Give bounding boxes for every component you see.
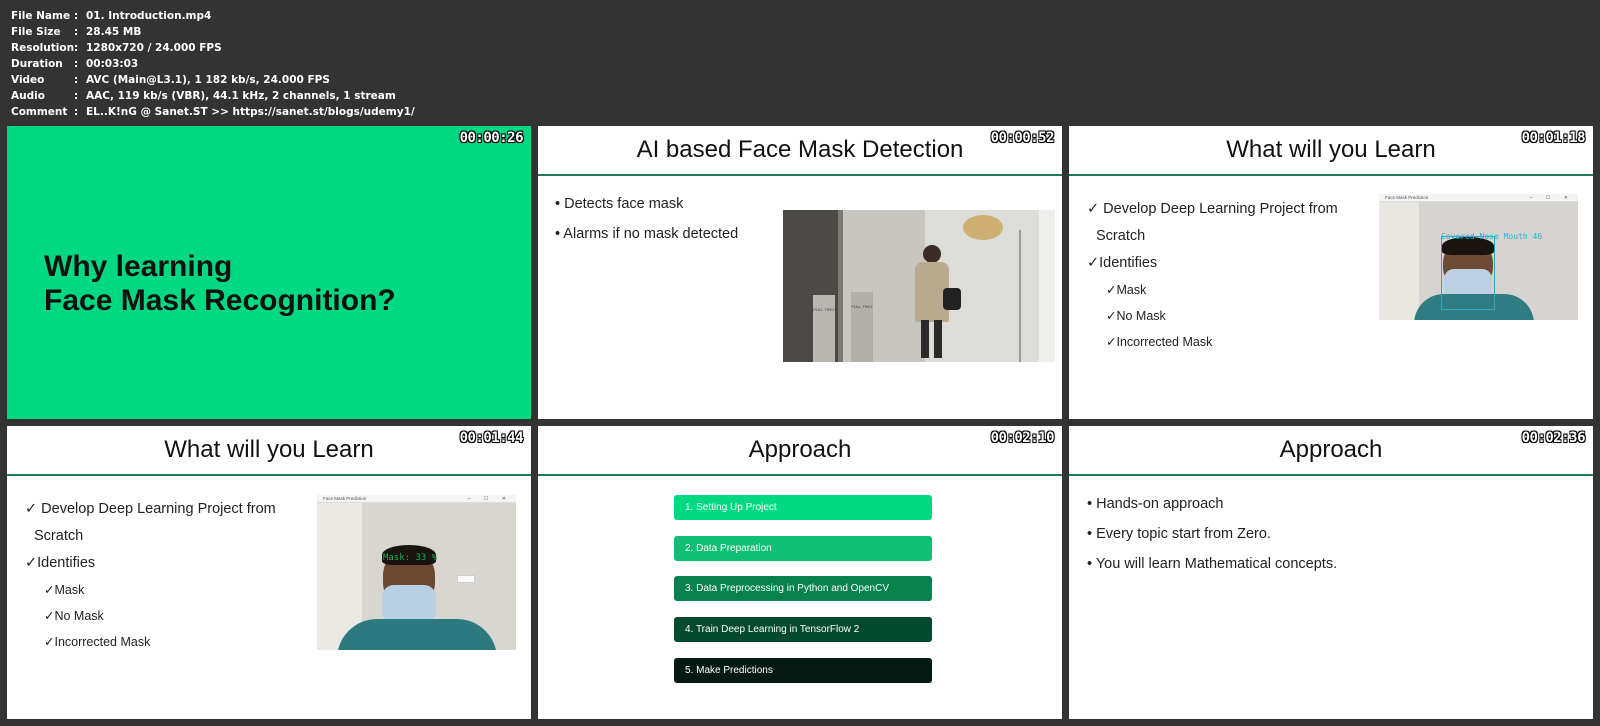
bullet-list: • Detects face mask • Alarms if no mask … <box>555 196 738 256</box>
thumbnail-3[interactable]: What will you Learn ✓ Develop Deep Learn… <box>1069 126 1593 419</box>
office-entrance-photo: PULL TREZ PULL TREZ <box>783 210 1055 362</box>
webcam-prediction-window: Face Mask Prediction – ☐ ✕ Mask: 33 % <box>317 495 516 650</box>
approach-step: 4. Train Deep Learning in TensorFlow 2 <box>674 617 932 642</box>
thumbnail-4[interactable]: What will you Learn ✓ Develop Deep Learn… <box>7 426 531 719</box>
window-titlebar: Face Mask Prediction – ☐ ✕ <box>317 495 516 503</box>
title-divider <box>538 174 1062 176</box>
thumbnail-5[interactable]: Approach 1. Setting Up Project 2. Data P… <box>538 426 1062 719</box>
bullet-list: • Hands-on approach • Every topic start … <box>1087 496 1337 586</box>
timestamp: 00:02:10 <box>990 430 1055 446</box>
timestamp: 00:02:36 <box>1521 430 1586 446</box>
thumbnail-1[interactable]: Why learning Face Mask Recognition? 00:0… <box>7 126 531 419</box>
timestamp: 00:00:26 <box>459 130 524 146</box>
title-divider <box>1069 474 1593 476</box>
timestamp: 00:01:18 <box>1521 130 1586 146</box>
thumbnail-2[interactable]: AI based Face Mask Detection • Detects f… <box>538 126 1062 419</box>
meta-file-name: File Name:01. Introduction.mp4 <box>11 10 212 22</box>
bullet-item: • Detects face mask <box>555 196 684 212</box>
approach-step: 2. Data Preparation <box>674 536 932 561</box>
meta-duration: Duration:00:03:03 <box>11 58 139 70</box>
bullet-item: • Hands-on approach <box>1087 496 1224 512</box>
slide-title: What will you Learn <box>164 436 374 463</box>
bullet-item: • You will learn Mathematical concepts. <box>1087 556 1338 572</box>
bullet-item: • Every topic start from Zero. <box>1087 526 1271 542</box>
approach-step: 5. Make Predictions <box>674 658 932 683</box>
slide-title: What will you Learn <box>1226 136 1436 163</box>
approach-step: 3. Data Preprocessing in Python and Open… <box>674 576 932 601</box>
webcam-prediction-window: Face Mask Prediction – ☐ ✕ Covered Nose … <box>1379 194 1578 320</box>
approach-step: 1. Setting Up Project <box>674 495 932 520</box>
timestamp: 00:01:44 <box>459 430 524 446</box>
bullet-item: • Alarms if no mask detected <box>555 226 739 242</box>
learn-list: ✓ Develop Deep Learning Project from Scr… <box>25 501 276 649</box>
window-titlebar: Face Mask Prediction – ☐ ✕ <box>1379 194 1578 202</box>
intro-heading: Why learning Face Mask Recognition? <box>44 250 396 317</box>
meta-comment: Comment: EL..K!nG @ Sanet.ST >> https://s… <box>11 106 415 118</box>
meta-video: Video: AVC (Main@L3.1), 1 182 kb/s, 24.00… <box>11 74 330 86</box>
title-divider <box>7 474 531 476</box>
thumbnail-6[interactable]: Approach • Hands-on approach • Every top… <box>1069 426 1593 719</box>
timestamp: 00:00:52 <box>990 130 1055 146</box>
meta-file-size: File Size:28.45 MB <box>11 26 142 38</box>
learn-list: ✓ Develop Deep Learning Project from Scr… <box>1087 201 1338 349</box>
slide-title: Approach <box>748 436 852 463</box>
file-info-header: File Name:01. Introduction.mp4 File Size… <box>11 8 415 120</box>
slide-title: Approach <box>1279 436 1383 463</box>
title-divider <box>538 474 1062 476</box>
title-divider <box>1069 174 1593 176</box>
meta-resolution: Resolution:1280x720 / 24.000 FPS <box>11 42 222 54</box>
meta-audio: Audio: AAC, 119 kb/s (VBR), 44.1 kHz, 2 c… <box>11 90 396 102</box>
slide-title: AI based Face Mask Detection <box>636 136 964 163</box>
